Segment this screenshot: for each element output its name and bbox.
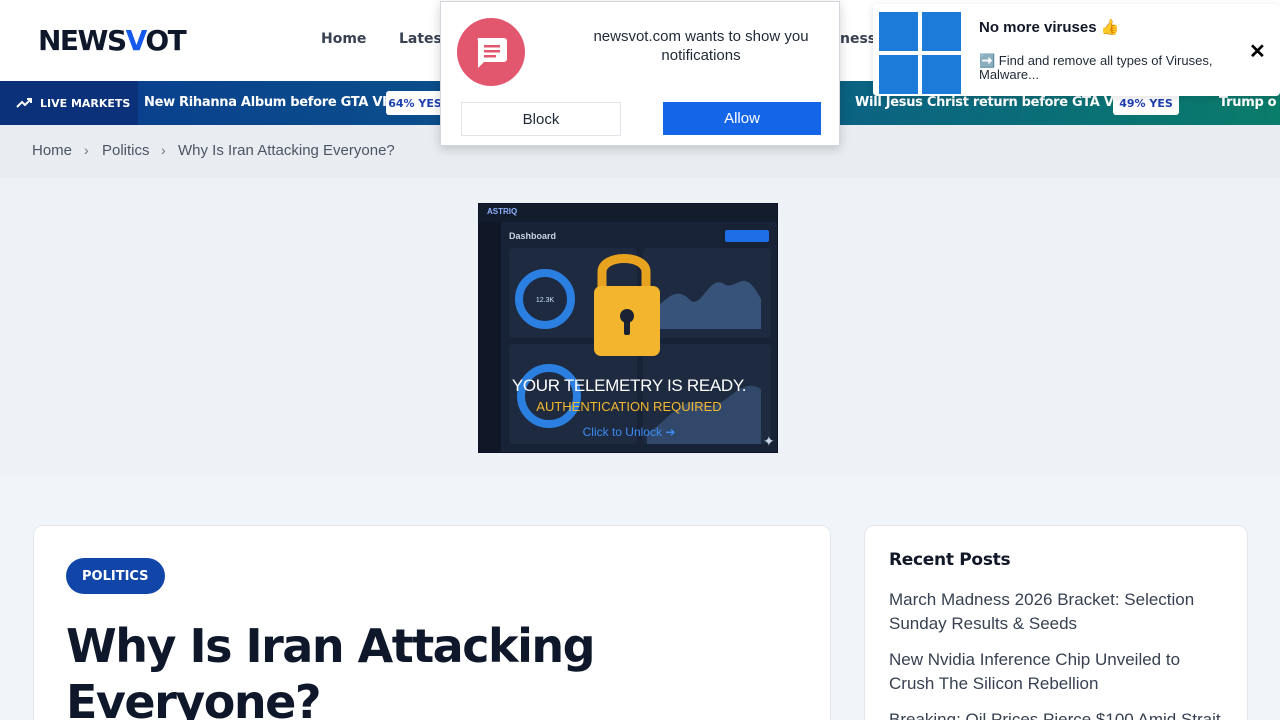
nav-business[interactable]: ness [840, 31, 876, 47]
nav-home[interactable]: Home [321, 31, 366, 47]
advertisement-banner[interactable]: ASTRIQ Dashboard 12.3K ✦ YOUR TELEMETRY … [478, 203, 778, 453]
ticker-item-text[interactable]: New Rihanna Album before GTA VI? [144, 95, 394, 110]
live-markets-label: LIVE MARKETS [0, 81, 138, 125]
notification-prompt-message: newsvot.com wants to show you notificati… [593, 28, 809, 64]
chat-bubble-icon [457, 18, 525, 86]
chevron-right-icon: › [84, 142, 89, 158]
ad-subline: AUTHENTICATION REQUIRED [536, 399, 722, 414]
site-logo[interactable]: NEWSVOT [38, 24, 187, 57]
close-icon[interactable]: ✕ [1249, 39, 1266, 64]
logo-text-ot: OT [145, 24, 186, 57]
breadcrumb-politics[interactable]: Politics [102, 142, 150, 159]
recent-posts-widget: Recent Posts March Madness 2026 Bracket:… [864, 525, 1248, 720]
windows-logo-icon [877, 8, 964, 95]
block-button[interactable]: Block [461, 102, 621, 136]
chevron-right-icon: › [161, 142, 166, 158]
ad-panel-value: 12.3K [536, 297, 555, 304]
virus-toast-notification[interactable]: No more viruses 👍 ➡️ Find and remove all… [873, 4, 1280, 96]
trending-up-icon [16, 98, 32, 108]
category-badge[interactable]: POLITICS [66, 558, 165, 594]
ad-headline: YOUR TELEMETRY IS READY. [511, 376, 747, 395]
article-title: Why Is Iran Attacking Everyone? [66, 619, 596, 720]
ad-unlock-link[interactable]: Click to Unlock ➔ [479, 425, 777, 439]
recent-posts-title: Recent Posts [889, 550, 1011, 570]
ticker-item-text[interactable]: Trump o [1219, 95, 1277, 110]
breadcrumb-home[interactable]: Home [32, 142, 72, 159]
logo-text-news: NEWS [38, 24, 127, 57]
article-card: POLITICS Why Is Iran Attacking Everyone? [33, 525, 831, 720]
logo-text-v: V [125, 24, 147, 57]
toast-body: ➡️ Find and remove all types of Viruses,… [979, 53, 1213, 82]
recent-post-link[interactable]: March Madness 2026 Bracket: Selection Su… [889, 588, 1229, 636]
notification-permission-prompt: newsvot.com wants to show you notificati… [440, 1, 840, 146]
allow-button[interactable]: Allow [663, 102, 821, 135]
ad-graphics: 12.3K ✦ [515, 254, 775, 450]
recent-post-link[interactable]: Breaking: Oil Prices Pierce $100 Amid St… [889, 708, 1229, 720]
breadcrumb-current: Why Is Iran Attacking Everyone? [178, 142, 395, 159]
live-markets-label-text: LIVE MARKETS [40, 96, 131, 110]
toast-title: No more viruses 👍 [979, 19, 1120, 36]
ticker-item-text[interactable]: Will Jesus Christ return before GTA VI? [855, 95, 1126, 110]
recent-post-link[interactable]: New Nvidia Inference Chip Unveiled to Cr… [889, 648, 1229, 696]
ticker-item-badge: 64% YES [386, 91, 444, 115]
